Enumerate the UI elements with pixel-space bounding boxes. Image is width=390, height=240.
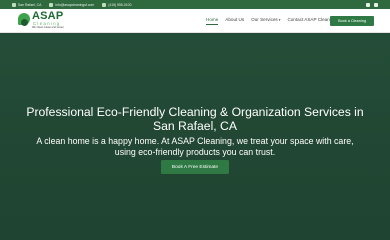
location-item: San Rafael, CA xyxy=(12,2,42,7)
nav-home[interactable]: Home xyxy=(206,17,219,25)
phone-icon xyxy=(102,2,107,7)
instagram-icon[interactable] xyxy=(374,2,378,7)
main-menu: Home About Us Our Services▾ Contact ASAP… xyxy=(206,17,336,25)
site-logo[interactable]: ASAP Cleaning We Clean Clean and Green xyxy=(18,11,78,31)
logo-tagline: We Clean Clean and Green xyxy=(32,26,64,29)
chevron-down-icon: ▾ xyxy=(278,18,281,22)
hero-section: Professional Eco-Friendly Cleaning & Org… xyxy=(0,34,390,240)
email-link[interactable]: info@asapcleaningsf.com xyxy=(55,3,94,7)
logo-mark-icon xyxy=(18,13,30,26)
hero-subtitle: A clean home is a happy home. At ASAP Cl… xyxy=(36,136,354,157)
facebook-icon[interactable] xyxy=(366,2,370,7)
hero-title: Professional Eco-Friendly Cleaning & Org… xyxy=(26,105,364,133)
social-links xyxy=(366,2,378,7)
top-info-bar: San Rafael, CA info@asapcleaningsf.com (… xyxy=(0,0,390,9)
phone-link[interactable]: (415) 555-0100 xyxy=(108,3,131,7)
book-cleaning-button[interactable]: Book a Cleaning xyxy=(330,16,374,26)
main-navbar: ASAP Cleaning We Clean Clean and Green H… xyxy=(0,9,390,33)
nav-our-services-label: Our Services xyxy=(251,17,278,22)
nav-our-services[interactable]: Our Services▾ xyxy=(251,17,280,25)
free-estimate-button[interactable]: Book A Free Estimate xyxy=(161,160,229,174)
nav-contact[interactable]: Contact ASAP Cleaning xyxy=(287,17,335,25)
envelope-icon xyxy=(49,2,54,7)
phone-item[interactable]: (415) 555-0100 xyxy=(102,2,131,7)
location-text: San Rafael, CA xyxy=(18,2,42,7)
location-pin-icon xyxy=(12,2,16,7)
email-item[interactable]: info@asapcleaningsf.com xyxy=(49,2,94,7)
nav-about-us[interactable]: About Us xyxy=(225,17,244,25)
